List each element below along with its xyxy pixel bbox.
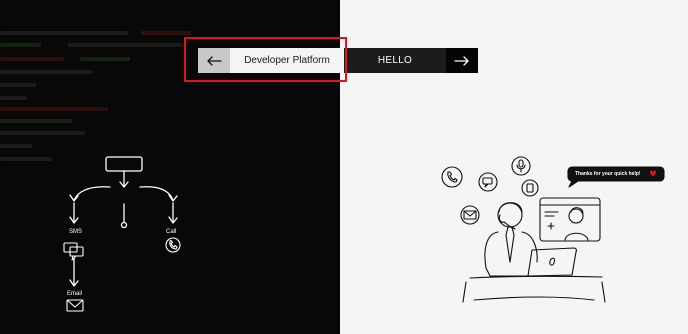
video-call-window — [539, 197, 601, 242]
laptop-icon — [527, 247, 577, 277]
arrow-right-icon — [454, 55, 469, 66]
mail-bubble-icon — [460, 205, 480, 225]
connector-line — [69, 257, 79, 287]
sms-icon — [63, 242, 84, 261]
phone-bubble-icon — [441, 166, 463, 188]
speech-bubble — [567, 166, 665, 188]
email-icon — [66, 299, 84, 312]
email-label: Email — [67, 291, 83, 297]
call-label: Call — [166, 229, 177, 235]
connector-line — [168, 202, 178, 224]
next-slide-title[interactable]: HELLO — [344, 48, 446, 73]
call-icon — [165, 237, 181, 253]
connector-line — [69, 186, 111, 202]
slide-title-developer-platform[interactable]: Developer Platform — [230, 48, 344, 73]
connector-line — [119, 170, 129, 188]
chat-bubble-icon — [478, 172, 498, 192]
document-bubble-icon — [521, 179, 539, 197]
support-agent — [484, 202, 543, 277]
previous-slide-button[interactable] — [198, 48, 230, 73]
sms-label: SMS — [69, 229, 83, 235]
next-slide-button[interactable] — [446, 48, 478, 73]
connector-line — [139, 186, 178, 202]
desk-outline — [462, 275, 606, 303]
connector-dot — [120, 221, 128, 229]
slide-navigation: Developer Platform HELLO — [198, 48, 478, 73]
carousel-slide: SMS Call Email Thanks for your quick hel… — [0, 0, 688, 334]
connector-line — [69, 202, 79, 224]
trigger-box — [105, 156, 143, 172]
microphone-icon — [511, 156, 531, 176]
arrow-left-icon — [207, 55, 222, 66]
speech-bubble-text: Thanks for your quick help! — [575, 171, 641, 177]
